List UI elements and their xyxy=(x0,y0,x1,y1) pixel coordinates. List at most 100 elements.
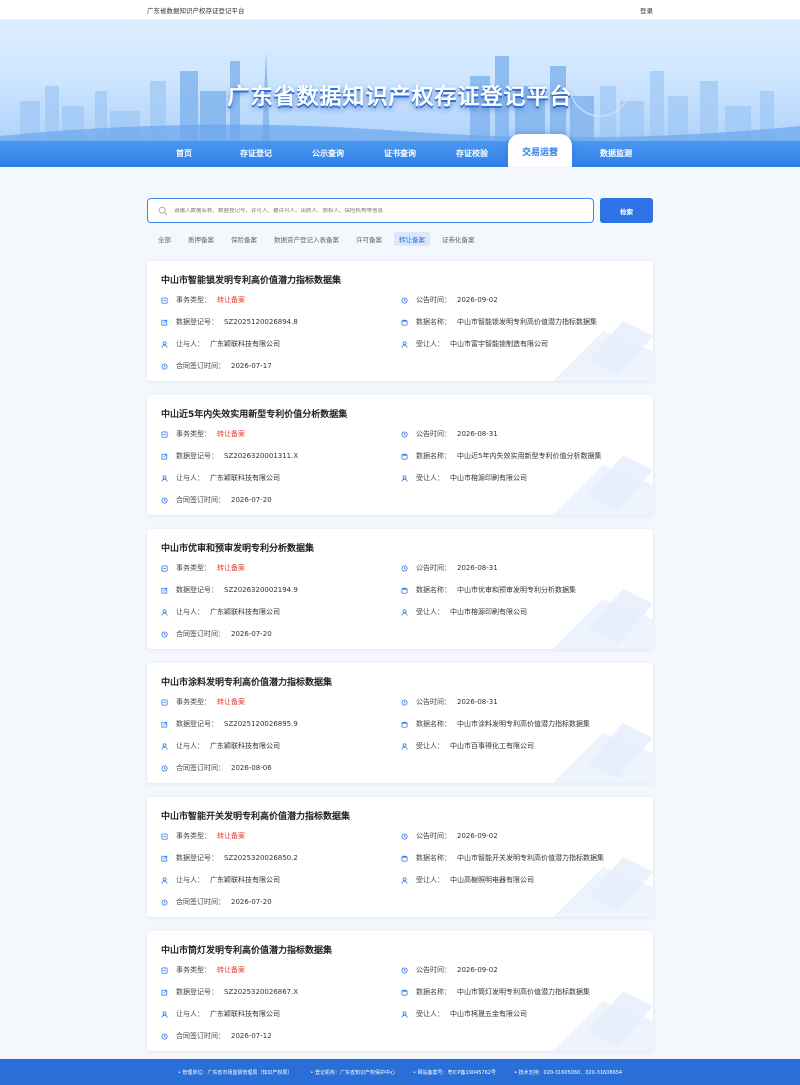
card-decoration xyxy=(553,589,653,649)
card-decoration xyxy=(553,455,653,515)
type-icon xyxy=(161,966,168,974)
status-badge: 转让备案 xyxy=(217,430,245,438)
record-title[interactable]: 中山市智能开关发明专利高价值潜力指标数据集 xyxy=(161,809,350,822)
clock-icon xyxy=(161,764,168,772)
field-type: 事务类型： 转让备案 xyxy=(161,697,245,707)
field-registration-no: 数据登记号： SZ2025320026867.X xyxy=(161,987,298,997)
edit-icon xyxy=(161,855,168,862)
status-badge: 转让备案 xyxy=(217,296,245,304)
type-icon xyxy=(161,296,168,304)
field-transferee: 受让人： 中山市榕源印刷有限公司 xyxy=(401,607,527,617)
record-card[interactable]: 中山市涂料发明专利高价值潜力指标数据集 事务类型： 转让备案 公告时间： 2026-… xyxy=(147,663,653,783)
field-registration-no: 数据登记号： SZ2025120026894.8 xyxy=(161,317,298,327)
edit-icon xyxy=(161,453,168,460)
card-decoration xyxy=(553,991,653,1051)
field-type: 事务类型： 转让备案 xyxy=(161,563,245,573)
search-input[interactable] xyxy=(174,207,574,214)
filter-license[interactable]: 许可备案 xyxy=(351,232,387,246)
clock-icon xyxy=(161,362,168,370)
filter-asset-entry[interactable]: 数据资产登记入表备案 xyxy=(269,232,344,246)
nav-data-monitoring[interactable]: 数据监测 xyxy=(580,141,652,167)
record-card[interactable]: 中山市筒灯发明专利高价值潜力指标数据集 事务类型： 转让备案 公告时间： 2026-… xyxy=(147,931,653,1051)
nav-public-query[interactable]: 公示查询 xyxy=(292,141,364,167)
field-registration-no: 数据登记号： SZ2025120026895.9 xyxy=(161,719,298,729)
field-transferee: 受让人： 中山市柯晟五金有限公司 xyxy=(401,1009,527,1019)
field-transferor: 让与人： 广东颖联科技有限公司 xyxy=(161,473,280,483)
field-type: 事务类型： 转让备案 xyxy=(161,295,245,305)
nav-trade-operations[interactable]: 交易运营 xyxy=(508,134,580,167)
user-icon xyxy=(161,742,168,750)
nav-home[interactable]: 首页 xyxy=(148,141,220,167)
user-icon xyxy=(401,608,408,616)
footer-icp: 网站备案号：粤ICP备19045762号 xyxy=(413,1069,496,1076)
field-data-name: 数据名称： 中山市筒灯发明专利高价值潜力指标数据集 xyxy=(401,987,590,997)
nav-evidence-verify[interactable]: 存证校验 xyxy=(436,141,508,167)
card-decoration xyxy=(553,321,653,381)
footer-registry: 登记机构：广东省知识产权保护中心 xyxy=(310,1069,395,1076)
field-transferee: 受让人： 中山高榭照明电器有限公司 xyxy=(401,875,534,885)
nav-evidence-registration[interactable]: 存证登记 xyxy=(220,141,292,167)
field-transferee: 受让人： 中山市富宇智能锁制造有限公司 xyxy=(401,339,548,349)
database-icon xyxy=(401,989,408,996)
hero-banner: 广东省数据知识产权存证登记平台 首页 存证登记 公示查询 证书查询 存证校验 交… xyxy=(0,19,800,167)
type-icon xyxy=(161,832,168,840)
nav-trade-operations-label: 交易运营 xyxy=(508,134,572,167)
nav-certificate-query[interactable]: 证书查询 xyxy=(364,141,436,167)
filter-securitization[interactable]: 证券化备案 xyxy=(437,232,480,246)
field-data-name: 数据名称： 中山市智能锁发明专利高价值潜力指标数据集 xyxy=(401,317,597,327)
filter-pledge[interactable]: 质押备案 xyxy=(183,232,219,246)
field-contract-date: 合同签订时间： 2026-07-20 xyxy=(161,897,272,907)
card-decoration xyxy=(553,857,653,917)
hero-title: 广东省数据知识产权存证登记平台 xyxy=(227,85,573,110)
card-decoration xyxy=(553,723,653,783)
field-type: 事务类型： 转让备案 xyxy=(161,831,245,841)
field-transferor: 让与人： 广东颖联科技有限公司 xyxy=(161,339,280,349)
edit-icon xyxy=(161,989,168,996)
search-button[interactable]: 检索 xyxy=(600,198,653,223)
record-card[interactable]: 中山近5年内失效实用新型专利价值分析数据集 事务类型： 转让备案 公告时间： 202… xyxy=(147,395,653,515)
edit-icon xyxy=(161,721,168,728)
field-type: 事务类型： 转让备案 xyxy=(161,429,245,439)
user-icon xyxy=(161,474,168,482)
record-card[interactable]: 中山市智能锁发明专利高价值潜力指标数据集 事务类型： 转让备案 公告时间： 2026… xyxy=(147,261,653,381)
user-icon xyxy=(161,876,168,884)
field-contract-date: 合同签订时间： 2026-08-06 xyxy=(161,763,272,773)
user-icon xyxy=(161,340,168,348)
filter-insurance[interactable]: 保险备案 xyxy=(226,232,262,246)
field-publish-time: 公告时间： 2026-08-31 xyxy=(401,697,498,707)
database-icon xyxy=(401,587,408,594)
main-nav: 首页 存证登记 公示查询 证书查询 存证校验 交易运营 数据监测 xyxy=(0,134,800,167)
user-icon xyxy=(401,340,408,348)
clock-icon xyxy=(401,296,408,304)
field-registration-no: 数据登记号： SZ2026320002194.9 xyxy=(161,585,298,595)
field-transferor: 让与人： 广东颖联科技有限公司 xyxy=(161,741,280,751)
record-title[interactable]: 中山近5年内失效实用新型专利价值分析数据集 xyxy=(161,407,347,420)
filter-all[interactable]: 全部 xyxy=(153,232,176,246)
record-title[interactable]: 中山市优审和预审发明专利分析数据集 xyxy=(161,541,314,554)
user-icon xyxy=(401,742,408,750)
record-card[interactable]: 中山市智能开关发明专利高价值潜力指标数据集 事务类型： 转让备案 公告时间： 202… xyxy=(147,797,653,917)
type-icon xyxy=(161,430,168,438)
clock-icon xyxy=(161,898,168,906)
record-title[interactable]: 中山市智能锁发明专利高价值潜力指标数据集 xyxy=(161,273,341,286)
record-title[interactable]: 中山市涂料发明专利高价值潜力指标数据集 xyxy=(161,675,332,688)
clock-icon xyxy=(401,564,408,572)
clock-icon xyxy=(401,966,408,974)
record-card[interactable]: 中山市优审和预审发明专利分析数据集 事务类型： 转让备案 公告时间： 2026-08… xyxy=(147,529,653,649)
record-title[interactable]: 中山市筒灯发明专利高价值潜力指标数据集 xyxy=(161,943,332,956)
login-link[interactable]: 登录 xyxy=(640,5,653,15)
status-badge: 转让备案 xyxy=(217,564,245,572)
field-data-name: 数据名称： 中山市涂料发明专利高价值潜力指标数据集 xyxy=(401,719,590,729)
site-name: 广东省数据知识产权存证登记平台 xyxy=(147,6,245,15)
edit-icon xyxy=(161,319,168,326)
search-box[interactable] xyxy=(147,198,594,223)
database-icon xyxy=(401,453,408,460)
type-icon xyxy=(161,564,168,572)
field-data-name: 数据名称： 中山市优审和预审发明专利分析数据集 xyxy=(401,585,576,595)
filter-transfer[interactable]: 转让备案 xyxy=(394,232,430,246)
field-publish-time: 公告时间： 2026-09-02 xyxy=(401,965,498,975)
filter-tabs: 全部 质押备案 保险备案 数据资产登记入表备案 许可备案 转让备案 证券化备案 xyxy=(147,232,653,246)
clock-icon xyxy=(401,430,408,438)
record-list: 中山市智能锁发明专利高价值潜力指标数据集 事务类型： 转让备案 公告时间： 2026… xyxy=(147,261,653,1051)
clock-icon xyxy=(161,630,168,638)
